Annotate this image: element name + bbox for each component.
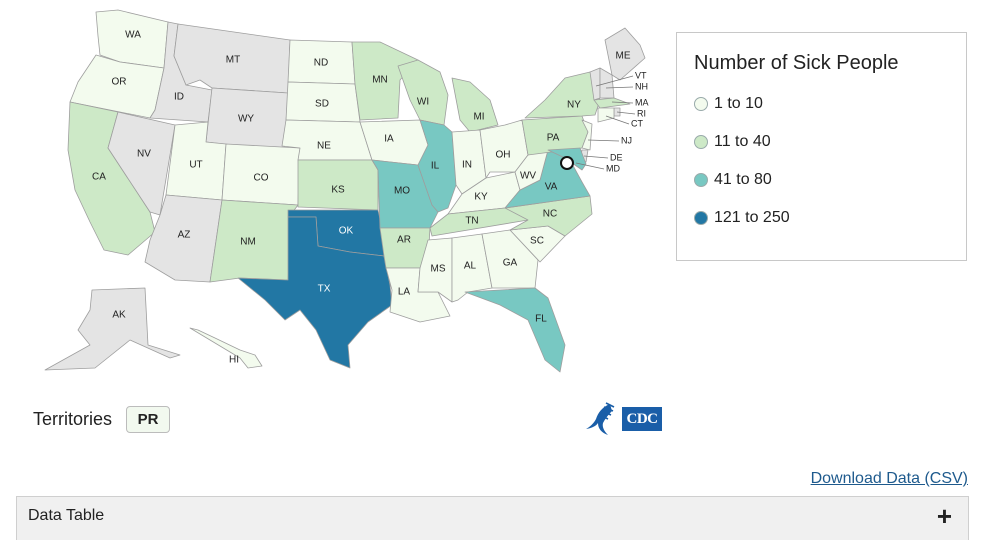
state-hi[interactable] bbox=[189, 327, 263, 369]
legend: Number of Sick People 1 to 10 11 to 40 4… bbox=[676, 32, 967, 261]
state-wi[interactable] bbox=[397, 59, 449, 126]
state-label: IA bbox=[384, 134, 394, 145]
legend-label: 11 to 40 bbox=[714, 133, 771, 150]
legend-item[interactable]: 121 to 250 bbox=[694, 209, 790, 227]
state-label: WI bbox=[417, 97, 429, 108]
state-label: FL bbox=[535, 314, 547, 325]
callout-line bbox=[605, 115, 630, 125]
legend-swatch bbox=[694, 135, 708, 149]
state-label: NM bbox=[240, 237, 256, 248]
state-label: OH bbox=[496, 150, 511, 161]
legend-swatch bbox=[694, 97, 708, 111]
territory-pr-button[interactable]: PR bbox=[126, 406, 171, 433]
state-label: OR bbox=[112, 77, 127, 88]
state-ak[interactable] bbox=[44, 287, 181, 371]
state-label: SD bbox=[315, 99, 329, 110]
state-label: KY bbox=[474, 192, 488, 203]
us-map: WA OR CA NV ID MT WY UT CO AZ NM ND SD NE KS OK TX MN IA MO… bbox=[44, 9, 649, 373]
state-label: VA bbox=[545, 182, 558, 193]
callout-line bbox=[587, 139, 620, 142]
state-fl[interactable] bbox=[464, 287, 566, 373]
state-label: MN bbox=[372, 75, 388, 86]
logos: CDC bbox=[584, 401, 662, 437]
state-label: MS bbox=[431, 264, 446, 275]
state-label: NE bbox=[317, 141, 331, 152]
state-label: CT bbox=[631, 118, 643, 128]
state-label: GA bbox=[503, 258, 518, 269]
state-label: KS bbox=[331, 185, 345, 196]
state-label: TX bbox=[318, 284, 331, 295]
hhs-eagle-icon bbox=[586, 402, 615, 435]
state-label: ME bbox=[616, 51, 631, 62]
territories: Territories PR bbox=[33, 406, 171, 433]
state-label: OK bbox=[339, 226, 354, 237]
plus-icon[interactable]: + bbox=[937, 503, 952, 529]
dc-marker[interactable] bbox=[560, 156, 574, 170]
state-label: MI bbox=[473, 112, 484, 123]
state-label: ID bbox=[174, 92, 184, 103]
state-label: IL bbox=[431, 161, 440, 172]
legend-item[interactable]: 41 to 80 bbox=[694, 171, 772, 189]
callout-line bbox=[583, 155, 609, 159]
legend-title: Number of Sick People bbox=[694, 52, 899, 74]
state-label: AZ bbox=[178, 230, 191, 241]
territories-label: Territories bbox=[33, 409, 113, 429]
state-label: CA bbox=[92, 172, 106, 183]
state-label: DE bbox=[610, 152, 623, 162]
cdc-logo: CDC bbox=[622, 407, 662, 431]
state-label: AL bbox=[464, 261, 477, 272]
state-label: PA bbox=[547, 133, 560, 144]
state-label: ND bbox=[314, 58, 328, 69]
state-label: UT bbox=[189, 160, 202, 171]
state-ct[interactable] bbox=[597, 107, 615, 123]
legend-swatch bbox=[694, 173, 708, 187]
state-label: SC bbox=[530, 236, 544, 247]
legend-label: 121 to 250 bbox=[714, 209, 790, 226]
state-label: NV bbox=[137, 149, 151, 160]
state-label: MO bbox=[394, 186, 410, 197]
data-table-title: Data Table bbox=[28, 507, 105, 524]
state-label: AR bbox=[397, 235, 411, 246]
state-label: NY bbox=[567, 100, 581, 111]
state-label: NH bbox=[635, 81, 648, 91]
state-label: NC bbox=[543, 209, 557, 220]
state-label: WV bbox=[520, 171, 536, 182]
state-label: NJ bbox=[621, 135, 632, 145]
legend-item[interactable]: 11 to 40 bbox=[694, 133, 771, 151]
state-mi[interactable] bbox=[451, 77, 499, 133]
state-label: AK bbox=[112, 310, 126, 321]
state-label: MD bbox=[606, 163, 620, 173]
state-label: MA bbox=[635, 97, 649, 107]
state-label: TN bbox=[465, 216, 478, 227]
legend-label: 1 to 10 bbox=[714, 95, 763, 112]
state-label: RI bbox=[637, 108, 646, 118]
download-csv-link[interactable]: Download Data (CSV) bbox=[811, 470, 968, 488]
state-label: MT bbox=[226, 55, 240, 66]
legend-label: 41 to 80 bbox=[714, 171, 772, 188]
state-label: HI bbox=[229, 355, 239, 366]
state-ny[interactable] bbox=[524, 71, 601, 119]
state-label: IN bbox=[462, 160, 472, 171]
legend-item[interactable]: 1 to 10 bbox=[694, 95, 763, 113]
state-label: WY bbox=[238, 114, 254, 125]
state-label: WA bbox=[125, 30, 141, 41]
state-label: CO bbox=[254, 173, 269, 184]
legend-swatch bbox=[694, 211, 708, 225]
data-table-accordion[interactable]: Data Table + bbox=[16, 496, 969, 540]
state-label: LA bbox=[398, 287, 411, 298]
state-label: VT bbox=[635, 70, 647, 80]
